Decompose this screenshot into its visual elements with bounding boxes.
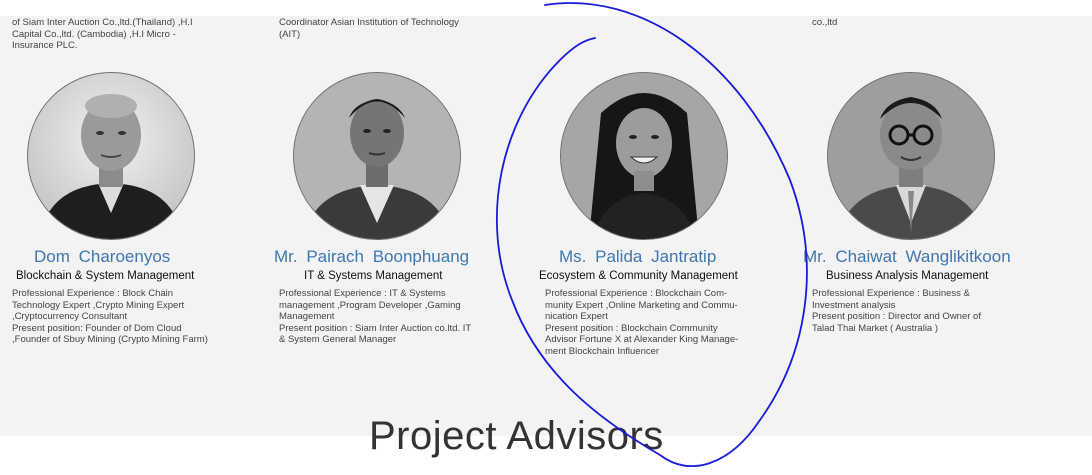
present-position: Present position : Siam Inter Auction co…	[279, 322, 472, 346]
member-role: Business Analysis Management	[826, 270, 989, 282]
member-role: Blockchain & System Management	[16, 270, 195, 282]
avatar-photo	[560, 72, 728, 240]
present-position: Present position: Founder of Dom Cloud ,…	[12, 322, 208, 346]
present-position: Present position : Director and Owner of…	[812, 311, 981, 334]
professional-experience: Professional Experience : Block Chain Te…	[12, 288, 185, 322]
professional-experience: Professional Experience : Blockchain Com…	[545, 288, 738, 322]
member-description: Professional Experience : Block Chain Te…	[12, 288, 212, 346]
previous-member-text-middle: Coordinator Asian Institution of Technol…	[279, 17, 459, 40]
member-description: Professional Experience : IT & Systems m…	[279, 288, 479, 346]
member-name: Mr. Chaiwat Wanglikitkoon	[803, 247, 1011, 266]
professional-experience: Professional Experience : IT & Systems m…	[279, 288, 461, 322]
present-position: Present position : Blockchain Community …	[545, 322, 739, 357]
professional-experience: Professional Experience : Business & Inv…	[812, 288, 970, 311]
member-name: Mr. Pairach Boonphuang	[274, 247, 470, 266]
avatar-photo	[293, 72, 461, 240]
member-description: Professional Experience : Blockchain Com…	[545, 288, 745, 357]
member-name: Dom Charoenyos	[34, 247, 171, 266]
avatar-photo	[27, 72, 195, 240]
member-description: Professional Experience : Business & Inv…	[812, 288, 992, 334]
avatar-photo	[827, 72, 995, 240]
member-name: Ms. Palida Jantratip	[559, 247, 717, 266]
previous-member-text-right: co.,ltd	[812, 17, 838, 28]
section-title: Project Advisors	[369, 414, 664, 458]
top-white-band	[0, 0, 1092, 16]
member-role: Ecosystem & Community Management	[539, 270, 738, 282]
member-role: IT & Systems Management	[304, 270, 443, 282]
previous-member-text-left: of Siam Inter Auction Co.,ltd.(Thailand)…	[12, 17, 193, 51]
